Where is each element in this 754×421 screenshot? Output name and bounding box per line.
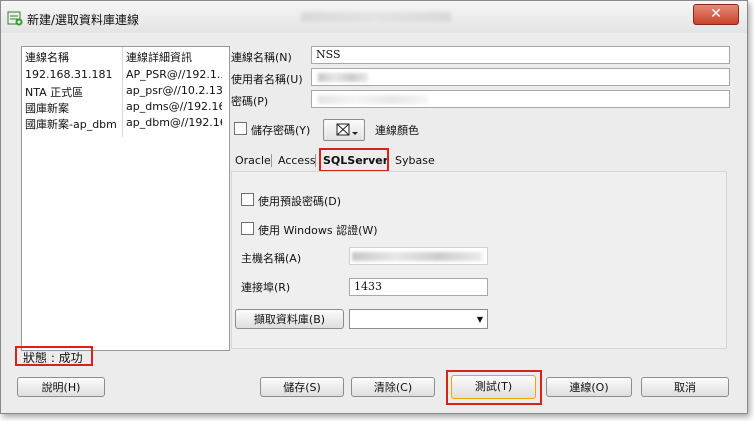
save-password-label: 儲存密碼(Y)	[251, 124, 311, 137]
connections-header: 連線名稱 連線詳細資訊	[22, 47, 229, 65]
connection-color-label: 連線顏色	[375, 124, 419, 137]
column-header-details[interactable]: 連線詳細資訊	[126, 49, 192, 65]
password-input[interactable]	[311, 90, 730, 108]
redacted-password	[318, 95, 428, 104]
connection-details: ap_dbm@//192.16...	[126, 116, 222, 129]
connect-button[interactable]: 連線(O)	[546, 377, 632, 397]
list-item[interactable]: 國庫新案 ap_dms@//192.16...	[22, 99, 229, 115]
test-button-highlight	[446, 370, 542, 405]
tab-access[interactable]: Access	[278, 154, 316, 167]
close-icon: ✕	[710, 6, 722, 22]
username-label: 使用者名稱(U)	[231, 73, 303, 86]
list-item[interactable]: 國庫新案-ap_dbm ap_dbm@//192.16...	[22, 115, 229, 131]
redacted-host	[352, 252, 482, 261]
connection-details: ap_dms@//192.16...	[126, 100, 222, 113]
color-picker-icon	[336, 123, 358, 136]
help-button[interactable]: 說明(H)	[17, 377, 105, 397]
connection-details: AP_PSR@//192.1...	[126, 68, 222, 81]
connection-color-button[interactable]	[323, 119, 365, 141]
dialog-window: 新建/選取資料庫連線 ✕ 連線名稱 連線詳細資訊 192.168.31.181 …	[0, 0, 748, 414]
tab-divider	[315, 154, 316, 167]
connections-list[interactable]: 連線名稱 連線詳細資訊 192.168.31.181 AP_PSR@//192.…	[21, 46, 230, 351]
connection-name: NTA 正式區	[25, 86, 84, 99]
database-select[interactable]: ▼	[349, 309, 488, 329]
list-item[interactable]: NTA 正式區 ap_psr@//10.2.13...	[22, 83, 229, 99]
connection-name: 國庫新案-ap_dbm	[25, 118, 117, 131]
tab-oracle[interactable]: Oracle	[235, 154, 271, 167]
host-input[interactable]	[349, 247, 488, 265]
column-header-name[interactable]: 連線名稱	[25, 49, 69, 65]
dropdown-arrow-icon: ▼	[476, 315, 483, 324]
use-windows-auth-label: 使用 Windows 認證(W)	[258, 224, 378, 237]
list-item[interactable]: 192.168.31.181 AP_PSR@//192.1...	[22, 67, 229, 83]
title-bar: 新建/選取資料庫連線 ✕	[1, 1, 747, 33]
connection-name: 國庫新案	[25, 102, 69, 115]
status-label: 狀態 : 成功	[15, 346, 93, 366]
connection-name-input[interactable]: NSS	[311, 46, 730, 64]
use-windows-auth-checkbox[interactable]	[241, 222, 254, 235]
redacted-username	[318, 73, 368, 82]
dialog-body: 連線名稱 連線詳細資訊 192.168.31.181 AP_PSR@//192.…	[9, 33, 741, 405]
username-input[interactable]	[311, 68, 730, 86]
close-button[interactable]: ✕	[693, 4, 739, 25]
window-title: 新建/選取資料庫連線	[27, 13, 140, 27]
port-input[interactable]: 1433	[349, 278, 488, 296]
password-label: 密碼(P)	[231, 95, 269, 108]
save-button[interactable]: 儲存(S)	[260, 377, 344, 397]
title-redacted-text	[301, 12, 451, 22]
use-default-password-label: 使用預設密碼(D)	[258, 195, 342, 208]
tab-divider	[271, 154, 272, 167]
database-app-icon	[7, 11, 23, 26]
connection-name: 192.168.31.181	[25, 68, 113, 81]
fetch-database-button[interactable]: 擷取資料庫(B)	[235, 309, 344, 329]
clear-button[interactable]: 清除(C)	[351, 377, 435, 397]
host-label: 主機名稱(A)	[241, 252, 302, 265]
tab-highlight	[319, 148, 389, 172]
cancel-button[interactable]: 取消	[641, 377, 729, 397]
tab-sybase[interactable]: Sybase	[395, 154, 435, 167]
port-label: 連接埠(R)	[241, 281, 291, 294]
use-default-password-checkbox[interactable]	[241, 193, 254, 206]
connection-name-label: 連線名稱(N)	[231, 51, 292, 64]
connection-details: ap_psr@//10.2.13...	[126, 84, 222, 97]
save-password-checkbox[interactable]	[234, 122, 247, 135]
